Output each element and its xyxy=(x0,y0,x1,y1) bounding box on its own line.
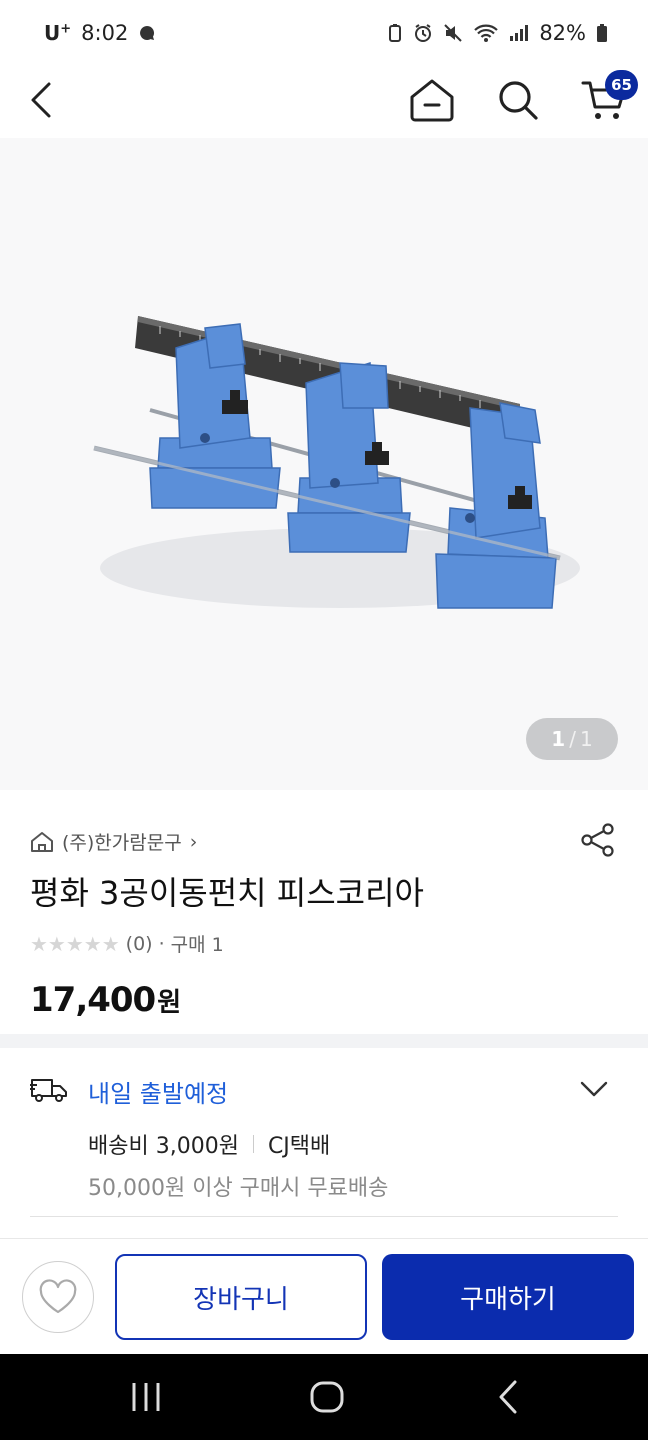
recent-apps-button[interactable] xyxy=(116,1376,176,1418)
chevron-right-icon: › xyxy=(189,830,198,853)
chevron-left-icon xyxy=(31,82,51,118)
price: 17,400 원 xyxy=(30,980,181,1020)
system-back-button[interactable] xyxy=(478,1376,538,1418)
system-back-icon xyxy=(499,1380,517,1414)
section-divider xyxy=(0,1034,648,1048)
image-counter: 1 / 1 xyxy=(526,718,618,760)
free-shipping-condition: 50,000원 이상 구매시 무료배송 xyxy=(88,1176,389,1201)
system-navigation-bar xyxy=(0,1354,648,1440)
chevron-down-icon xyxy=(580,1081,608,1097)
top-navigation: 65 xyxy=(0,66,648,134)
delivery-fee: 배송비 3,000원 xyxy=(88,1134,239,1159)
price-unit: 원 xyxy=(157,988,182,1018)
search-icon xyxy=(499,81,538,120)
alarm-icon xyxy=(413,23,433,43)
product-image xyxy=(0,138,648,790)
purchase-count: 구매 1 xyxy=(170,934,224,956)
battery-icon xyxy=(596,23,608,43)
fee-separator xyxy=(252,1135,254,1153)
product-info: (주)한가람문구 › 평화 3공이동펀치 피스코리아 ★★★★★ (0) · 구… xyxy=(0,790,648,1034)
heart-icon xyxy=(39,1279,77,1314)
system-home-icon xyxy=(310,1381,344,1413)
rating-dot: · xyxy=(158,932,165,955)
bottom-action-bar: 장바구니 구매하기 xyxy=(0,1238,648,1354)
status-left: U+ 8:02 xyxy=(44,21,156,45)
home-icon xyxy=(410,79,454,122)
carrier-label: U+ xyxy=(44,21,71,45)
home-button[interactable] xyxy=(406,74,458,126)
chat-bubble-icon xyxy=(138,24,156,42)
shop-home-icon xyxy=(31,831,53,852)
delivery-expand-button[interactable] xyxy=(576,1074,612,1104)
rating-row[interactable]: ★★★★★ (0) · 구매 1 xyxy=(30,930,224,957)
mute-icon xyxy=(443,23,463,43)
wishlist-button[interactable] xyxy=(22,1261,94,1333)
price-amount: 17,400 xyxy=(30,980,156,1020)
recent-apps-icon xyxy=(132,1383,160,1411)
delivery-section[interactable]: 내일 출발예정 배송비 3,000원 CJ택배 50,000원 이상 구매시 무… xyxy=(0,1048,648,1238)
battery-percent: 82% xyxy=(539,21,586,45)
image-counter-separator: / xyxy=(569,727,576,751)
cart-button[interactable]: 65 xyxy=(578,70,638,126)
battery-saver-icon xyxy=(387,23,403,43)
clock: 8:02 xyxy=(81,21,129,45)
delivery-carrier: CJ택배 xyxy=(267,1134,331,1159)
review-count: (0) xyxy=(125,932,153,955)
signal-icon xyxy=(509,24,529,42)
buy-now-button[interactable]: 구매하기 xyxy=(382,1254,634,1340)
share-button[interactable] xyxy=(576,818,620,862)
image-counter-current: 1 xyxy=(551,727,566,751)
wifi-icon xyxy=(473,23,499,43)
image-counter-total: 1 xyxy=(579,727,593,751)
search-button[interactable] xyxy=(492,74,544,126)
cart-count-badge: 65 xyxy=(605,70,638,100)
share-icon xyxy=(581,823,614,857)
delivery-fee-row: 배송비 3,000원 CJ택배 xyxy=(88,1128,330,1160)
carrier-name: U xyxy=(44,21,61,45)
status-right: 82% xyxy=(387,21,608,45)
add-to-cart-button[interactable]: 장바구니 xyxy=(115,1254,367,1340)
product-title: 평화 3공이동펀치 피스코리아 xyxy=(30,874,424,912)
product-image-gallery[interactable]: 1 / 1 xyxy=(0,138,648,790)
status-bar: U+ 8:02 82% xyxy=(0,0,648,66)
delivery-divider xyxy=(30,1216,618,1217)
system-home-button[interactable] xyxy=(297,1376,357,1418)
delivery-title: 내일 출발예정 xyxy=(88,1080,229,1108)
back-button[interactable] xyxy=(16,74,68,126)
shop-link[interactable]: (주)한가람문구 › xyxy=(30,828,197,855)
shop-name: (주)한가람문구 xyxy=(62,832,182,854)
truck-icon xyxy=(30,1076,68,1108)
carrier-plus: + xyxy=(60,21,72,37)
rating-stars: ★★★★★ xyxy=(30,931,120,956)
